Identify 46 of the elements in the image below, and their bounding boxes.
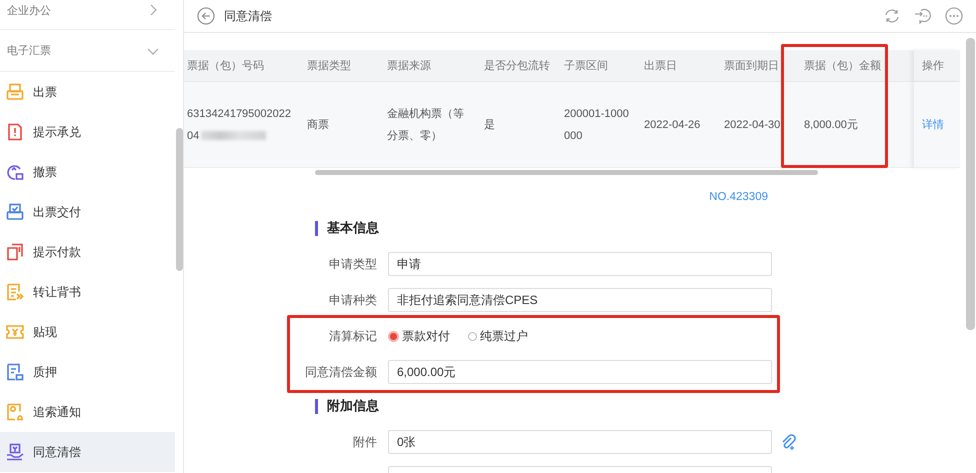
group-label: 电子汇票 bbox=[7, 44, 51, 58]
sidebar-item[interactable]: 转让背书 bbox=[0, 272, 176, 312]
section-title: 附加信息 bbox=[327, 397, 379, 415]
column-header: 票据类型 bbox=[304, 50, 384, 82]
table-cell-text: 金融机构票（等分票、零） bbox=[387, 106, 465, 144]
column-header: 是否分包流转 bbox=[481, 50, 561, 82]
group-label: 企业办公 bbox=[7, 4, 51, 18]
page-title: 同意清偿 bbox=[224, 8, 273, 24]
column-header: 操作 bbox=[914, 50, 960, 82]
sidebar-item[interactable]: 同意清偿 bbox=[0, 432, 176, 472]
menu-group[interactable]: 企业办公 bbox=[0, 0, 176, 30]
sidebar-item[interactable]: 提示承兑 bbox=[0, 112, 176, 152]
sidebar-item[interactable]: 追索通知 bbox=[0, 392, 176, 432]
column-header: 票据（包）金额 bbox=[801, 50, 914, 82]
field-label: 清算标记 bbox=[328, 328, 377, 344]
field-label: 申请类型 bbox=[328, 256, 377, 272]
table-cell-text: 200001-1000000 bbox=[564, 106, 630, 144]
table-cell-text: 2022-04-26 bbox=[644, 118, 700, 132]
input-field[interactable]: 申请 bbox=[388, 252, 772, 276]
table-cell-text: 2022-04-30 bbox=[724, 118, 780, 132]
field-label: 申请种类 bbox=[328, 292, 377, 308]
section-title: 基本信息 bbox=[327, 219, 379, 237]
column-header: 票据（包）号码 bbox=[184, 50, 304, 82]
table-cell-text: 6313424179500202204 bbox=[187, 106, 292, 144]
input-field[interactable]: 6,000.00元 bbox=[388, 360, 772, 384]
column-header: 票面到期日 bbox=[721, 50, 801, 82]
menu-group[interactable]: 电子汇票 bbox=[0, 30, 176, 72]
field-label: 附件 bbox=[352, 434, 377, 450]
column-header: 子票区间 bbox=[561, 50, 641, 82]
field-label: 同意清偿金额 bbox=[304, 364, 377, 380]
record-number: NO.423309 bbox=[709, 191, 768, 203]
column-header: 出票日 bbox=[641, 50, 721, 82]
sidebar-item[interactable]: 出票 bbox=[0, 72, 176, 112]
sidebar-item[interactable]: 贴现 bbox=[0, 312, 176, 352]
sidebar-item[interactable]: 出票交付 bbox=[0, 192, 176, 232]
column-header: 票据来源 bbox=[384, 50, 481, 82]
radio-option[interactable]: 纯票过户 bbox=[468, 328, 528, 344]
sidebar-item[interactable]: 提示付款 bbox=[0, 232, 176, 272]
input-field[interactable]: 0张 bbox=[388, 430, 772, 454]
table-cell-text: 商票 bbox=[307, 118, 329, 132]
sidebar-item[interactable]: 撤票 bbox=[0, 152, 176, 192]
input-field[interactable]: 非拒付追索同意清偿CPES bbox=[388, 288, 772, 312]
table-cell-text: 是 bbox=[484, 118, 495, 132]
sidebar-item[interactable]: 质押 bbox=[0, 352, 176, 392]
table-cell-text: 8,000.00元 bbox=[804, 118, 858, 132]
radio-option[interactable]: 票款对付 bbox=[388, 328, 450, 344]
